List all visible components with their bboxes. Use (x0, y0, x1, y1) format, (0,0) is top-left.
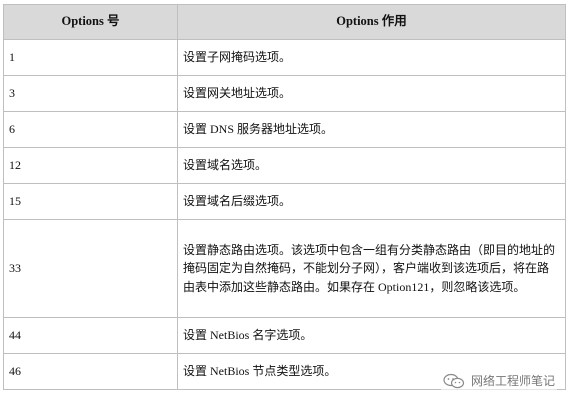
table-body: 1 设置子网掩码选项。 3 设置网关地址选项。 6 设置 DNS 服务器地址选项… (3, 39, 566, 390)
option-number: 12 (3, 147, 178, 184)
table-row: 33 设置静态路由选项。该选项中包含一组有分类静态路由（即目的地址的掩码固定为自… (3, 219, 566, 318)
watermark: 网络工程师笔记 (440, 371, 557, 390)
option-number: 6 (3, 111, 178, 148)
option-number: 3 (3, 75, 178, 112)
option-description: 设置域名后缀选项。 (177, 183, 566, 220)
option-number: 33 (3, 219, 178, 318)
table-row: 12 设置域名选项。 (3, 147, 566, 184)
table-row: 15 设置域名后缀选项。 (3, 183, 566, 220)
table-row: 6 设置 DNS 服务器地址选项。 (3, 111, 566, 148)
options-table-container: Options 号 Options 作用 1 设置子网掩码选项。 3 设置网关地… (3, 4, 566, 390)
header-options-number: Options 号 (3, 4, 178, 40)
option-description: 设置网关地址选项。 (177, 75, 566, 112)
option-number: 1 (3, 39, 178, 76)
option-description: 设置子网掩码选项。 (177, 39, 566, 76)
table-row: 3 设置网关地址选项。 (3, 75, 566, 112)
wechat-icon (443, 373, 465, 389)
watermark-text: 网络工程师笔记 (470, 374, 555, 388)
table-row: 1 设置子网掩码选项。 (3, 39, 566, 76)
option-description: 设置域名选项。 (177, 147, 566, 184)
option-number: 15 (3, 183, 178, 220)
table-header: Options 号 Options 作用 (3, 4, 566, 40)
header-options-purpose: Options 作用 (177, 4, 566, 40)
table-row: 44 设置 NetBios 名字选项。 (3, 317, 566, 354)
option-description: 设置 NetBios 名字选项。 (177, 317, 566, 354)
option-number: 46 (3, 353, 178, 390)
dhcp-options-table: Options 号 Options 作用 1 设置子网掩码选项。 3 设置网关地… (3, 4, 566, 390)
option-description: 设置 DNS 服务器地址选项。 (177, 111, 566, 148)
option-description: 设置静态路由选项。该选项中包含一组有分类静态路由（即目的地址的掩码固定为自然掩码… (177, 219, 566, 318)
option-number: 44 (3, 317, 178, 354)
